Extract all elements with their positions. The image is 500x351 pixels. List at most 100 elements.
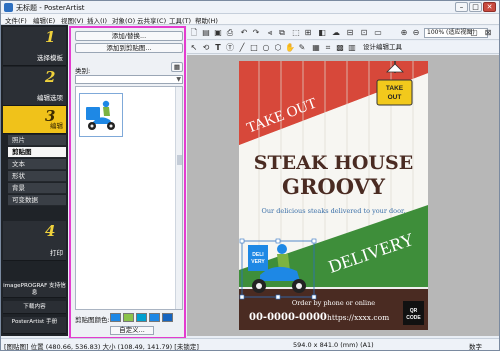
app-icon: [4, 3, 13, 12]
drawing-toolbar: ↖ ⟲ T Ⓣ ╱ □ ○ ⬡ ✋ ✎ ▦ ⌗ ▩ ▥ 设计编辑工具: [187, 41, 499, 54]
menu-tools[interactable]: 工具(T): [169, 15, 191, 25]
subtitle: Our delicious steaks delivered to your d…: [262, 207, 406, 215]
ellipse-tool-icon[interactable]: ○: [261, 43, 271, 53]
fit-page-icon[interactable]: ▢: [469, 28, 479, 38]
text-tool-icon[interactable]: T: [213, 43, 223, 53]
color-swatch-4[interactable]: [149, 313, 160, 322]
polygon-tool-icon[interactable]: ⬡: [273, 43, 283, 53]
status-bar: [图贴图] 位置 (480.66, 536.83) 大小 (108.49, 14…: [1, 338, 499, 351]
close-button[interactable]: ✕: [483, 2, 496, 12]
menu-cloud-share[interactable]: 云共享(C): [137, 15, 166, 25]
scrollbar-thumb[interactable]: [177, 155, 182, 165]
minimize-button[interactable]: –: [455, 2, 468, 12]
poster-artwork: TAKE OUT QR TAKE OUT STEAK HOUSE GROOVY …: [239, 61, 428, 330]
menu-file[interactable]: 文件(F): [5, 15, 27, 25]
open-icon[interactable]: ▤: [201, 28, 211, 38]
hand-tool-icon[interactable]: ✋: [285, 43, 295, 53]
qr-label-2: CODE: [406, 315, 421, 321]
color-swatch-5[interactable]: [162, 313, 173, 322]
editing-canvas[interactable]: TAKE OUT QR TAKE OUT STEAK HOUSE GROOVY …: [187, 55, 499, 336]
menu-insert[interactable]: 插入(I): [87, 15, 107, 25]
grid-view-icon[interactable]: ▦: [171, 62, 183, 72]
table-tool-icon[interactable]: ▥: [347, 43, 357, 53]
input-mode: 数字: [469, 343, 482, 351]
website-url: https://xxxx.com: [327, 313, 389, 322]
crop-tool-icon[interactable]: ⌗: [323, 43, 333, 53]
manual-link[interactable]: PosterArtist 手册: [3, 317, 66, 334]
step-3-edit[interactable]: 3 编辑: [3, 106, 66, 134]
view-icon[interactable]: ⊡: [359, 28, 369, 38]
ruler-icon[interactable]: ▭: [373, 28, 383, 38]
menu-view[interactable]: 视图(V): [61, 15, 84, 25]
svg-text:VERY: VERY: [251, 259, 265, 265]
subitem-photo[interactable]: 照片: [8, 135, 66, 146]
clipart-thumbnail-delivery-scooter[interactable]: [79, 93, 123, 137]
title-line1: STEAK HOUSE: [254, 152, 414, 174]
list-scrollbar[interactable]: [175, 87, 182, 309]
chevron-down-icon: ▼: [176, 76, 181, 83]
grid-icon[interactable]: ⊟: [345, 28, 355, 38]
zoom-out-icon[interactable]: ⊖: [411, 28, 421, 38]
save-icon[interactable]: ▣: [213, 28, 223, 38]
menu-bar: 文件(F) 编辑(E) 视图(V) 插入(I) 对象(O) 云共享(C) 工具(…: [1, 14, 499, 25]
design-edit-tool-button[interactable]: 设计编辑工具: [363, 42, 418, 52]
step-1-select-template[interactable]: 1 选择模板: [3, 27, 66, 66]
delivery-scooter-icon: [86, 100, 115, 130]
add-replace-button[interactable]: 添加/替换...: [75, 31, 183, 41]
subitem-background[interactable]: 背景: [8, 183, 66, 194]
support-info-link[interactable]: imagePROGRAF 支持信息: [3, 281, 66, 298]
subitem-clipart[interactable]: 剪贴图: [8, 147, 66, 158]
vertical-text-icon[interactable]: Ⓣ: [225, 43, 235, 53]
layer-icon[interactable]: ⧉: [277, 28, 287, 38]
lock-icon[interactable]: ⬚: [291, 28, 301, 38]
fit-width-icon[interactable]: ⊠: [483, 28, 493, 38]
snap-icon[interactable]: ⊞: [303, 28, 313, 38]
clipart-list: [75, 86, 183, 310]
menu-object[interactable]: 对象(O): [112, 15, 135, 25]
workflow-steps: 1 选择模板 2 编辑选项 3 编辑 照片 剪贴图 文本 形状 背景 可变数据 …: [1, 25, 68, 336]
rectangle-tool-icon[interactable]: □: [249, 43, 259, 53]
object-coordinates: [图贴图] 位置 (480.66, 536.83) 大小 (108.49, 14…: [4, 343, 199, 351]
title-line2: GROOVY: [282, 174, 386, 199]
phone-number: 00-0000-0000: [249, 312, 327, 323]
undo-icon[interactable]: ↶: [239, 28, 249, 38]
new-icon[interactable]: 🗋: [189, 28, 199, 38]
category-select[interactable]: ▼: [75, 75, 183, 84]
eyedropper-icon[interactable]: ✎: [297, 43, 307, 53]
zoom-in-icon[interactable]: ⊕: [399, 28, 409, 38]
qr-tool-icon[interactable]: ▩: [335, 43, 345, 53]
subitem-shape[interactable]: 形状: [8, 171, 66, 182]
window-title: 无标题 - PosterArtist: [16, 4, 85, 12]
clipart-panel: 添加/替换... 添加到剪贴图... ▦ 类别: ▼ 剪贴图颜色: 自定义...: [69, 26, 186, 339]
subitem-variable-data[interactable]: 可变数据: [8, 195, 66, 206]
menu-edit[interactable]: 编辑(E): [33, 15, 55, 25]
print-icon[interactable]: ⎙: [225, 28, 235, 38]
line-tool-icon[interactable]: ╱: [237, 43, 247, 53]
category-label: 类别:: [75, 67, 91, 75]
app-window: 无标题 - PosterArtist – □ ✕ 文件(F) 编辑(E) 视图(…: [0, 0, 500, 351]
page-size: 594.0 x 841.0 (mm) (A1): [293, 341, 374, 349]
step-4-print[interactable]: 4 打印: [3, 221, 66, 261]
step-2-edit-options[interactable]: 2 编辑选项: [3, 67, 66, 106]
menu-help[interactable]: 帮助(H): [195, 15, 218, 25]
image-tool-icon[interactable]: ▦: [311, 43, 321, 53]
custom-color-button[interactable]: 自定义...: [110, 326, 154, 335]
color-swatch-3[interactable]: [136, 313, 147, 322]
select-arrow-icon[interactable]: ↖: [189, 43, 199, 53]
svg-text:OUT: OUT: [388, 94, 402, 101]
rotate-icon[interactable]: ⟲: [201, 43, 211, 53]
main-toolbar: 🗋 ▤ ▣ ⎙ ↶ ↷ ⫷ ⧉ ⬚ ⊞ ◧ ☁ ⊟ ⊡ ▭ ⊕ ⊖ 100% (…: [187, 26, 499, 40]
redo-icon[interactable]: ↷: [251, 28, 261, 38]
maximize-button[interactable]: □: [469, 2, 482, 12]
clipart-color-label: 剪贴图颜色:: [75, 316, 110, 324]
align-icon[interactable]: ⫷: [265, 28, 275, 38]
color-swatch-1[interactable]: [110, 313, 121, 322]
color-swatch-2[interactable]: [123, 313, 134, 322]
cloud-icon[interactable]: ☁: [331, 28, 341, 38]
subitem-text[interactable]: 文本: [8, 159, 66, 170]
poster-page[interactable]: TAKE OUT QR TAKE OUT STEAK HOUSE GROOVY …: [239, 61, 428, 330]
downloads-link[interactable]: 下载内容: [3, 301, 66, 314]
svg-text:DELI: DELI: [252, 252, 264, 258]
add-to-clipart-button[interactable]: 添加到剪贴图...: [75, 43, 183, 53]
color-fill-icon[interactable]: ◧: [317, 28, 327, 38]
